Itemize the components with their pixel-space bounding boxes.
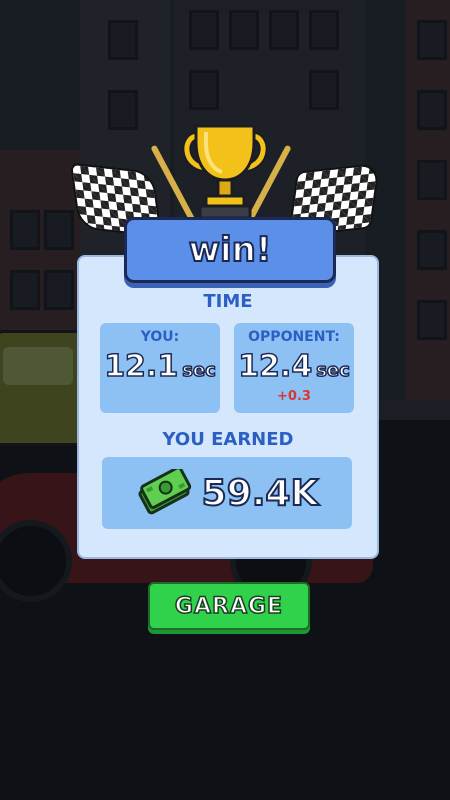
opponent-time-unit: sec	[315, 359, 350, 382]
trophy-icon	[180, 122, 270, 222]
opponent-time-value: 12.4	[237, 348, 313, 385]
cash-stack-icon	[138, 469, 191, 515]
player-time-caption: YOU:	[140, 329, 180, 345]
earned-amount: 59.4K	[201, 472, 320, 515]
player-time-unit: sec	[181, 359, 216, 382]
garage-button[interactable]: GARAGE	[148, 582, 310, 630]
earnings-box: 59.4K	[102, 457, 352, 529]
time-label: TIME	[203, 291, 253, 312]
earned-label: YOU EARNED	[162, 429, 294, 450]
result-banner: win!	[124, 217, 336, 283]
opponent-time-caption: OPPONENT:	[248, 329, 340, 345]
result-title: win!	[188, 229, 273, 271]
opponent-time-card: OPPONENT: 12.4 sec +0.3	[234, 323, 354, 413]
time-difference: +0.3	[277, 389, 311, 404]
garage-button-label: GARAGE	[174, 593, 284, 620]
player-time-card: YOU: 12.1 sec	[100, 323, 220, 413]
player-time-value: 12.1	[103, 348, 179, 385]
results-panel: TIME YOU: 12.1 sec OPPONENT: 12.4 sec +0.3…	[77, 255, 379, 559]
